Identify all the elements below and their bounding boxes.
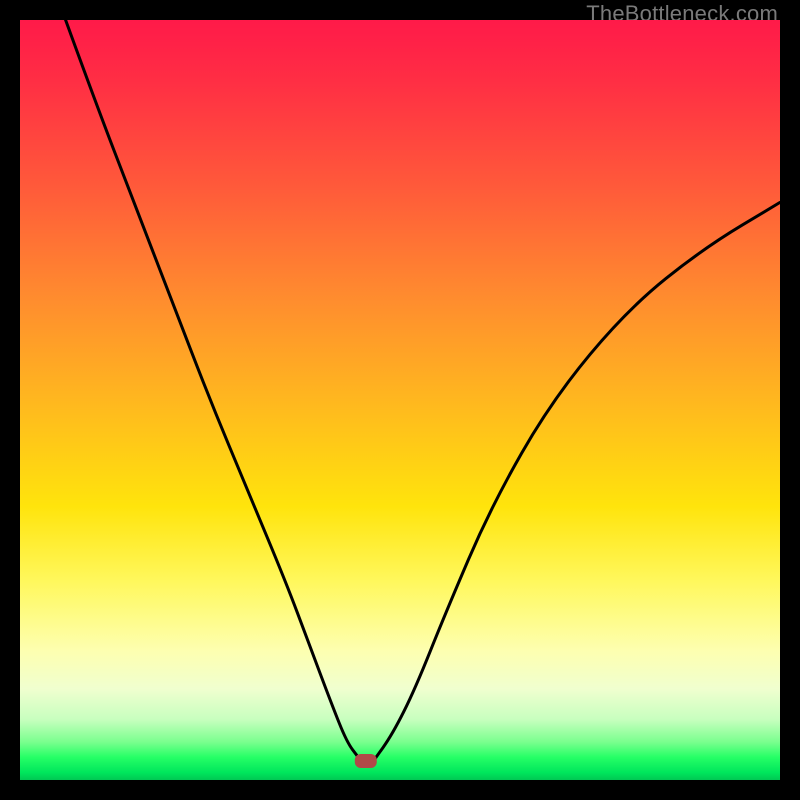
bottleneck-curve [66,20,780,761]
optimum-marker [355,754,377,768]
chart-svg [20,20,780,780]
chart-frame [20,20,780,780]
